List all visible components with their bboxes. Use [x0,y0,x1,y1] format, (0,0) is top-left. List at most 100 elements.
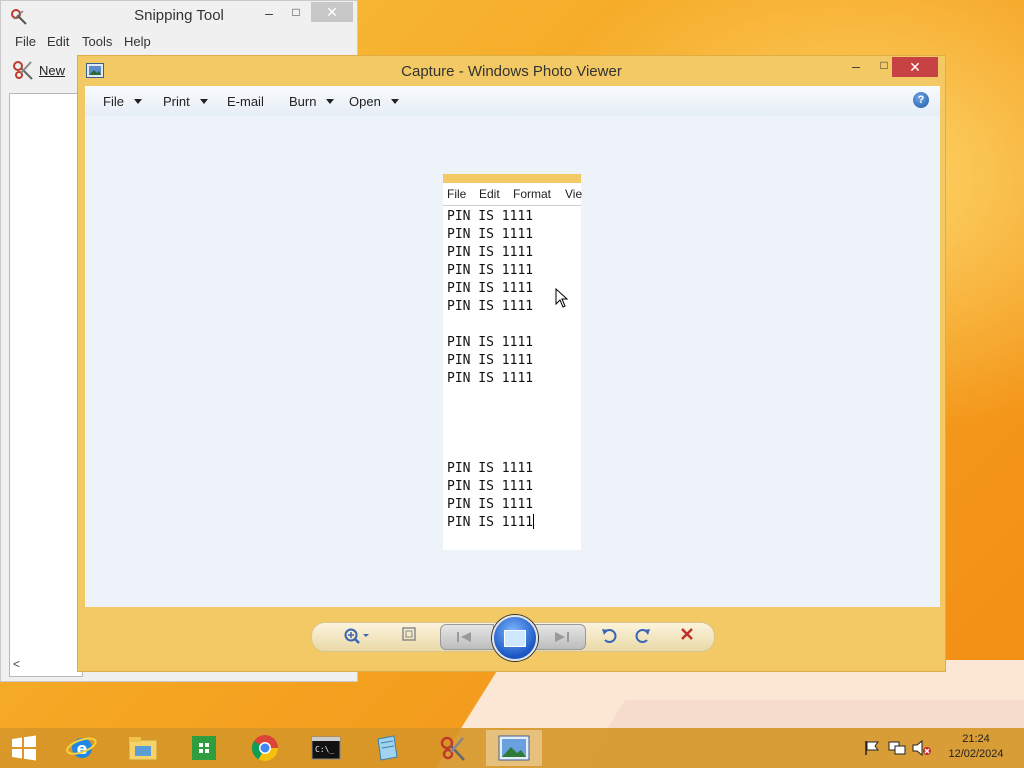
menu-email-label: E-mail [227,94,264,109]
snipping-menu-help[interactable]: Help [124,34,151,49]
mouse-pointer-icon [555,288,569,308]
snipping-minimize-button[interactable]: – [258,5,280,21]
text-line: PIN IS 1111 [447,515,534,530]
captured-menubar: File Edit Format Vie [443,183,583,206]
taskbar: e C:\_ 21:24 12/02/2024 [0,728,1024,768]
flag-icon[interactable] [864,740,880,756]
snipping-menu-tools[interactable]: Tools [82,34,112,49]
menu-email[interactable]: E-mail [227,94,264,109]
text-line [447,442,581,460]
photo-viewer-maximize-button[interactable]: □ [874,58,894,72]
speaker-muted-icon[interactable] [912,740,932,756]
snipping-maximize-button[interactable]: □ [286,5,306,21]
photo-viewer-icon [498,735,530,761]
captured-menu-edit: Edit [479,187,500,201]
chevron-down-icon [199,99,208,104]
text-line: PIN IS 1111 [447,461,534,476]
text-line: PIN IS 1111 [447,209,534,224]
captured-image: File Edit Format Vie PIN IS 1111 PIN IS … [443,174,583,550]
navigation-controls [311,615,715,661]
help-icon[interactable]: ? [913,92,929,108]
windows-logo-icon [12,735,36,761]
taskbar-internet-explorer[interactable]: e [54,730,110,766]
text-line: PIN IS 1111 [447,335,534,350]
photo-viewer-bottom-bar [85,607,940,667]
image-viewing-area: File Edit Format Vie PIN IS 1111 PIN IS … [85,116,940,607]
previous-button[interactable] [440,624,494,650]
zoom-icon[interactable] [340,626,374,648]
delete-icon[interactable] [676,626,698,648]
snipping-close-button[interactable]: ✕ [311,2,353,22]
chevron-down-icon [133,99,142,104]
slideshow-icon [504,629,526,647]
snipping-tool-icon [440,736,465,761]
photo-viewer-command-bar: File Print E-mail Burn Open ? [85,86,940,117]
menu-file-label: File [103,94,124,109]
photo-viewer-minimize-button[interactable]: – [846,58,866,74]
text-line [447,388,581,406]
taskbar-file-explorer[interactable] [115,730,171,766]
network-icon[interactable] [888,740,906,756]
captured-titlebar [443,174,581,183]
text-line [447,316,581,334]
taskbar-store[interactable] [176,730,232,766]
rotate-counterclockwise-icon[interactable] [598,626,620,648]
snipping-tool-title: Snipping Tool [134,7,224,24]
text-cursor [533,514,535,529]
taskbar-photo-viewer[interactable] [486,730,542,766]
snipping-menu-edit[interactable]: Edit [47,34,69,49]
slideshow-button[interactable] [492,615,538,661]
svg-text:C:\_: C:\_ [315,745,334,754]
snipping-tool-titlebar[interactable]: Snipping Tool – □ ✕ [1,1,357,31]
internet-explorer-icon: e [66,737,97,758]
chevron-down-icon [326,99,335,104]
photo-viewer-window: Capture - Windows Photo Viewer – □ ✕ Fil… [77,55,946,672]
snipping-canvas [9,93,83,677]
text-line: PIN IS 1111 [447,245,534,260]
menu-open-label: Open [349,94,381,109]
horizontal-scroll-left-button[interactable]: < [9,657,83,675]
text-line: PIN IS 1111 [447,353,534,368]
captured-menu-view: Vie [565,187,583,201]
captured-menu-file: File [447,187,467,201]
scissors-icon [13,61,33,80]
new-snip-button[interactable]: New [11,56,65,84]
new-snip-label: New [39,62,66,78]
menu-burn-label: Burn [289,94,317,109]
rotate-clockwise-icon[interactable] [632,626,654,648]
taskbar-snipping-tool[interactable] [424,730,480,766]
command-prompt-icon: C:\_ [311,736,341,760]
system-clock[interactable]: 21:24 12/02/2024 [945,732,1007,762]
actual-size-icon[interactable] [398,626,420,648]
chrome-icon [251,735,279,762]
store-icon [192,736,216,760]
text-line [447,406,581,424]
taskbar-command-prompt[interactable]: C:\_ [298,730,354,766]
text-line-last: PIN IS 1111 [447,514,581,532]
photo-viewer-close-button[interactable]: ✕ [892,57,938,77]
taskbar-chrome[interactable] [237,730,293,766]
menu-burn[interactable]: Burn [289,94,335,109]
snipping-menu-file[interactable]: File [15,34,36,49]
start-button[interactable] [0,730,48,766]
photo-viewer-title: Capture - Windows Photo Viewer [401,63,622,80]
clock-time: 21:24 [962,733,990,745]
menu-print-label: Print [163,94,190,109]
next-button[interactable] [534,624,586,650]
chevron-down-icon [390,99,399,104]
photo-viewer-titlebar[interactable]: Capture - Windows Photo Viewer – □ ✕ [78,56,945,86]
text-line: PIN IS 1111 [447,263,534,278]
taskbar-notepad[interactable] [359,730,415,766]
text-line: PIN IS 1111 [447,371,534,386]
snipping-menubar: File Edit Tools Help [1,31,357,53]
text-line: PIN IS 1111 [447,497,534,512]
captured-menu-format: Format [513,187,552,201]
menu-print[interactable]: Print [163,94,208,109]
captured-text-body: PIN IS 1111 PIN IS 1111 PIN IS 1111 PIN … [443,206,581,532]
folder-icon [128,737,158,761]
clock-date: 12/02/2024 [948,748,1004,760]
text-line: PIN IS 1111 [447,227,534,242]
text-line: PIN IS 1111 [447,479,534,494]
menu-file[interactable]: File [103,94,142,109]
menu-open[interactable]: Open [349,94,399,109]
